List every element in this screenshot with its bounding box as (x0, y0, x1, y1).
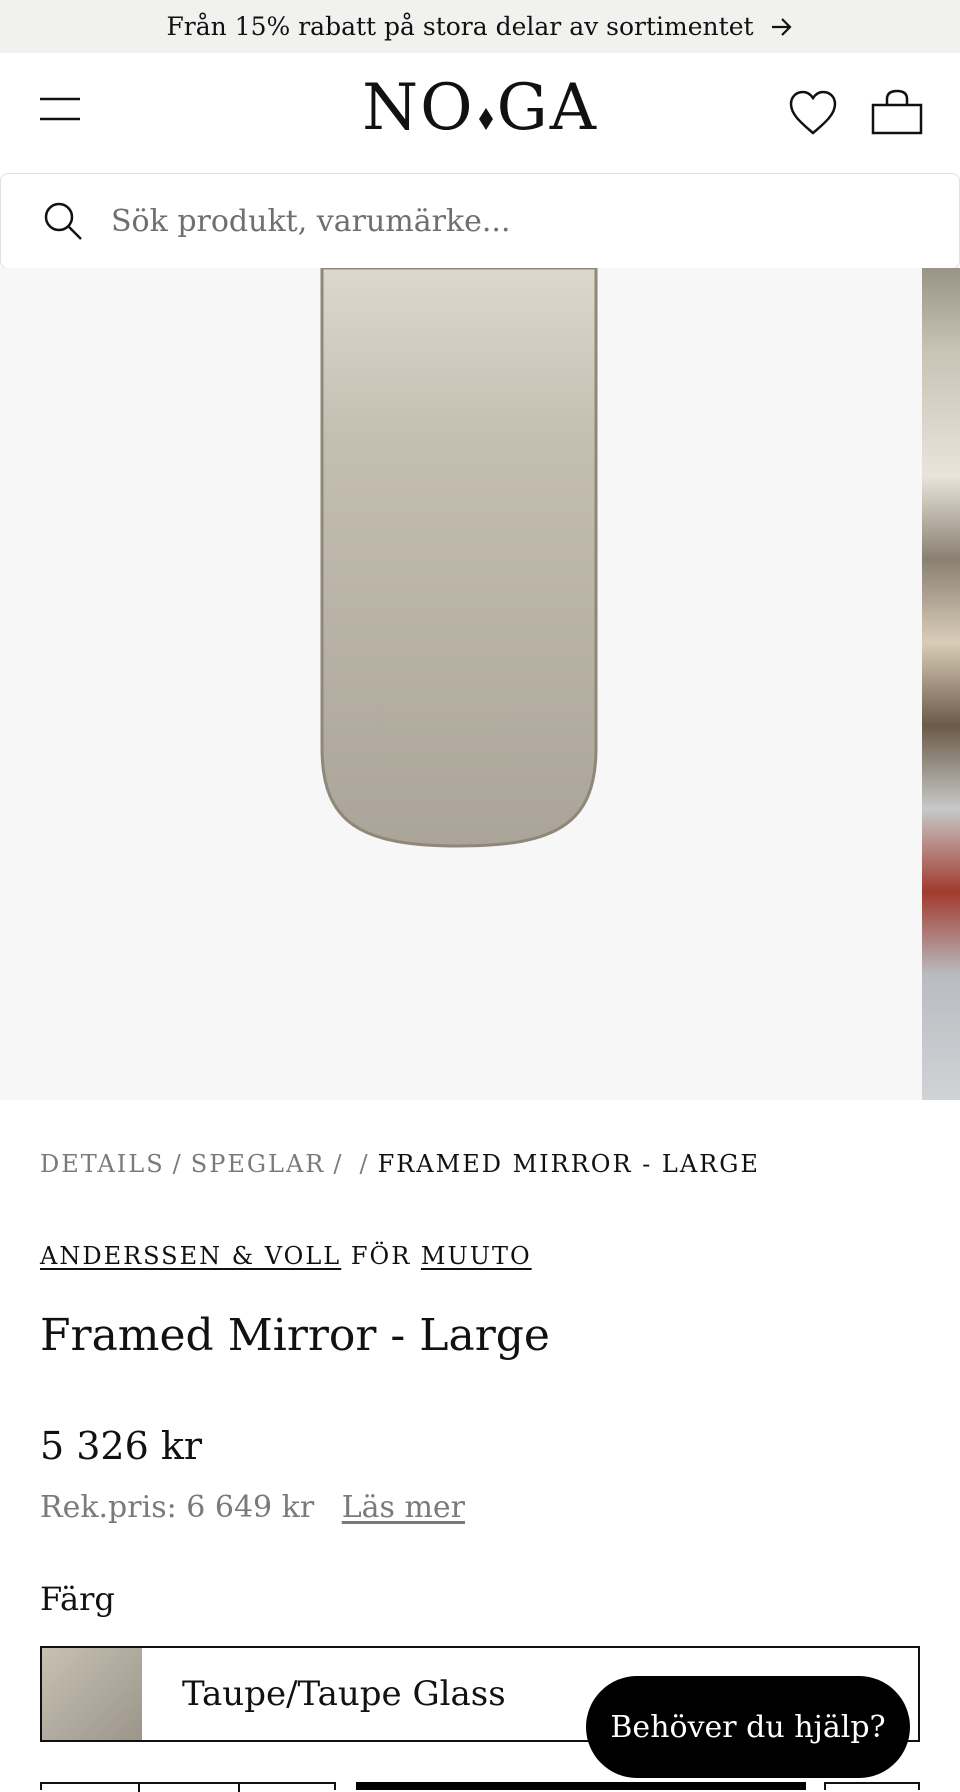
designer-link[interactable]: ANDERSSEN & VOLL (40, 1242, 341, 1270)
next-product-image[interactable] (922, 268, 960, 1100)
search-icon[interactable] (43, 201, 83, 245)
breadcrumb-item-details[interactable]: DETAILS (40, 1150, 165, 1178)
selected-color: Taupe/Taupe Glass (182, 1674, 506, 1714)
quantity-stepper[interactable] (40, 1782, 336, 1792)
product-title: Framed Mirror - Large (40, 1310, 550, 1361)
recommended-price: Rek.pris: 6 649 kr Läs mer (40, 1490, 465, 1525)
product-gallery[interactable] (0, 268, 960, 1100)
help-chat-button[interactable]: Behöver du hjälp? (586, 1676, 910, 1778)
brand-connector: FÖR (350, 1242, 412, 1270)
brand-link[interactable]: MUUTO (421, 1242, 532, 1270)
logo-text-left: NO (362, 71, 475, 145)
search-input[interactable] (109, 196, 913, 246)
add-to-cart-button[interactable] (356, 1782, 806, 1790)
product-price: 5 326 kr (40, 1424, 203, 1468)
logo-diamond-icon (478, 72, 493, 146)
secondary-action-button[interactable] (824, 1782, 920, 1790)
promo-text: Från 15% rabatt på stora delar av sortim… (166, 12, 754, 41)
breadcrumb-current: FRAMED MIRROR - LARGE (377, 1150, 760, 1178)
search-bar (0, 173, 960, 269)
promo-banner[interactable]: Från 15% rabatt på stora delar av sortim… (0, 0, 960, 53)
color-label: Färg (40, 1580, 115, 1618)
color-swatch (42, 1648, 142, 1740)
purchase-bar (40, 1782, 920, 1792)
breadcrumb-item-speglar[interactable]: SPEGLAR (191, 1150, 326, 1178)
breadcrumb: DETAILS / SPEGLAR / / FRAMED MIRROR - LARGE (40, 1150, 760, 1178)
wishlist-button[interactable] (788, 89, 838, 137)
logo-text-right: GA (496, 71, 598, 145)
shopping-bag-icon (870, 89, 924, 141)
designer-brand-line: ANDERSSEN & VOLL FÖR MUUTO (40, 1242, 532, 1270)
site-header: NO GA (0, 53, 960, 173)
heart-icon (788, 90, 838, 141)
product-image[interactable] (0, 268, 922, 1100)
cart-button[interactable] (870, 89, 924, 137)
arrow-right-icon (770, 16, 794, 38)
rrp-text: Rek.pris: 6 649 kr (40, 1490, 315, 1525)
read-more-link[interactable]: Läs mer (342, 1490, 465, 1525)
